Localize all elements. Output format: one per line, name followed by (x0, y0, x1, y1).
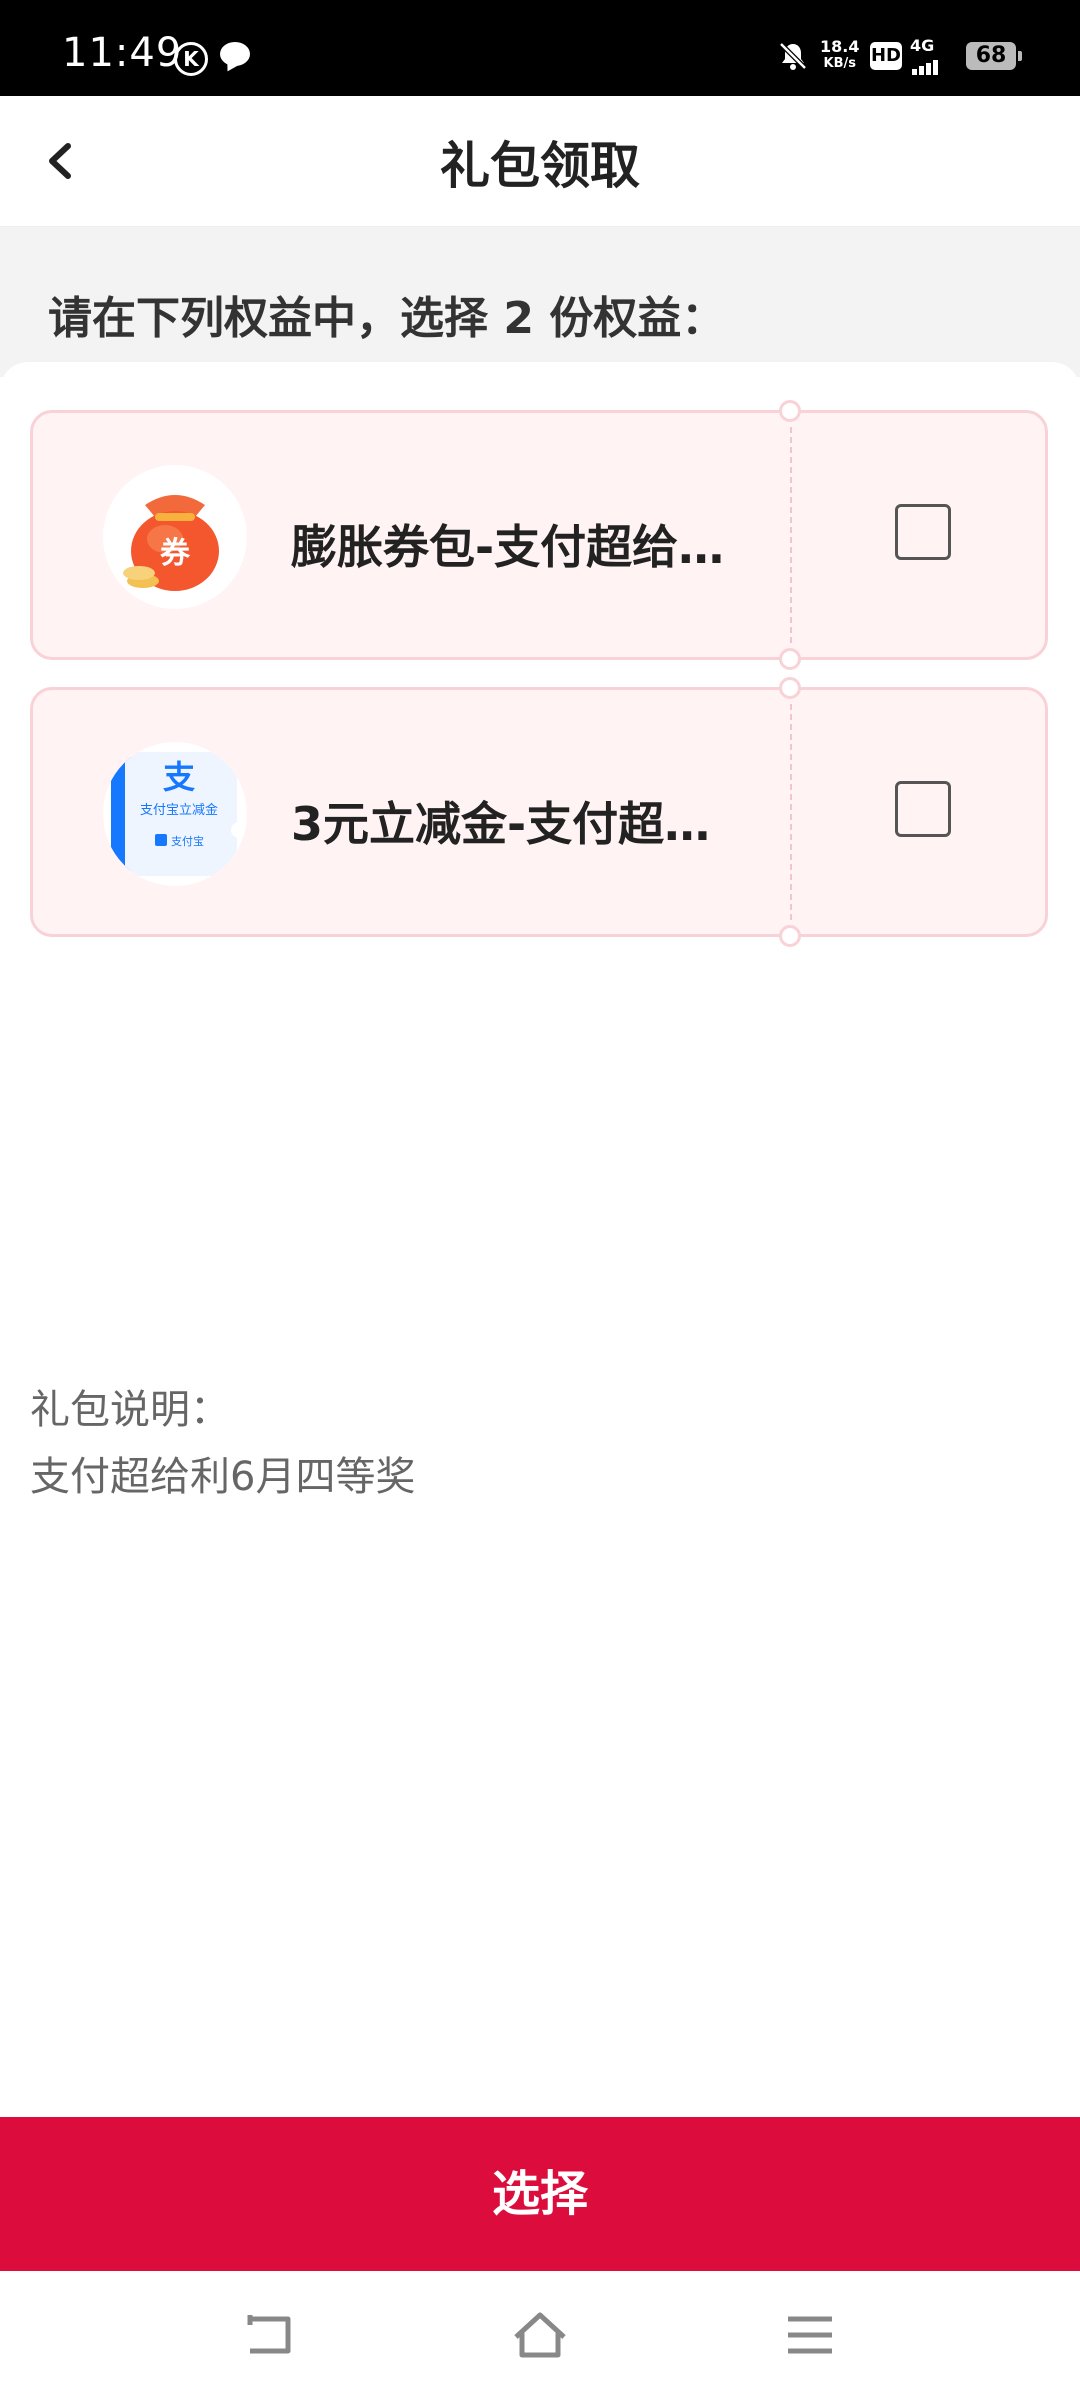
select-button[interactable]: 选择 (0, 2117, 1080, 2271)
selection-instruction: 请在下列权益中，选择 2 份权益： (48, 293, 726, 344)
card-notch (779, 925, 801, 947)
coupon-icon-text: 券 (160, 536, 191, 571)
status-time: 11:49 (62, 30, 183, 76)
benefit-title: 膨胀券包-支付超给… (291, 520, 725, 574)
card-divider (790, 427, 792, 643)
top-bar: 礼包领取 (0, 96, 1080, 227)
nav-home-button[interactable] (510, 2305, 570, 2365)
card-notch (779, 648, 801, 670)
menu-icon (788, 2316, 832, 2354)
k-app-icon: K (174, 42, 208, 76)
voucher-brand-text: 支付宝 (171, 834, 204, 848)
benefit-checkbox[interactable] (895, 781, 951, 837)
card-divider (790, 704, 792, 920)
message-icon (220, 42, 250, 66)
signal-icon (912, 56, 940, 75)
coupon-bag-icon: 券 (103, 465, 247, 609)
instruction-band: 请在下列权益中，选择 2 份权益： (0, 227, 1080, 377)
return-icon (247, 2315, 291, 2354)
net-speed: 18.4 KB/s (820, 37, 860, 71)
benefit-card[interactable]: 券 膨胀券包-支付超给… (30, 400, 1048, 670)
card-notch (779, 677, 801, 699)
voucher-sub-text: 支付宝立减金 (140, 802, 218, 818)
nav-back-button[interactable] (240, 2305, 300, 2365)
description-text: 支付超给利6月四等奖 (30, 1454, 416, 1500)
card-notch (779, 400, 801, 422)
nav-menu-button[interactable] (780, 2305, 840, 2365)
benefit-checkbox[interactable] (895, 504, 951, 560)
network-type: 4G (910, 36, 935, 55)
battery-icon: 68 (966, 42, 1022, 70)
benefit-title: 3元立减金-支付超… (291, 797, 711, 851)
benefit-card[interactable]: 支 支付宝立减金 支付宝 3元立减金-支付超… (30, 677, 1048, 947)
description-label: 礼包说明： (30, 1387, 230, 1433)
alipay-voucher-icon: 支 支付宝立减金 支付宝 (103, 742, 247, 886)
status-bar: 11:49 K 18.4 KB/s HD 4G 68 (0, 0, 1080, 96)
voucher-main-text: 支 (163, 758, 195, 796)
system-nav-bar (0, 2271, 1080, 2400)
hd-icon: HD (870, 42, 902, 70)
mute-bell-icon (779, 42, 807, 70)
content-panel: 券 膨胀券包-支付超给… 支 支付宝立减金 支付宝 3元立减金-支付超… 礼包说… (0, 362, 1080, 2112)
home-icon (514, 2312, 566, 2358)
page-title: 礼包领取 (440, 137, 640, 195)
